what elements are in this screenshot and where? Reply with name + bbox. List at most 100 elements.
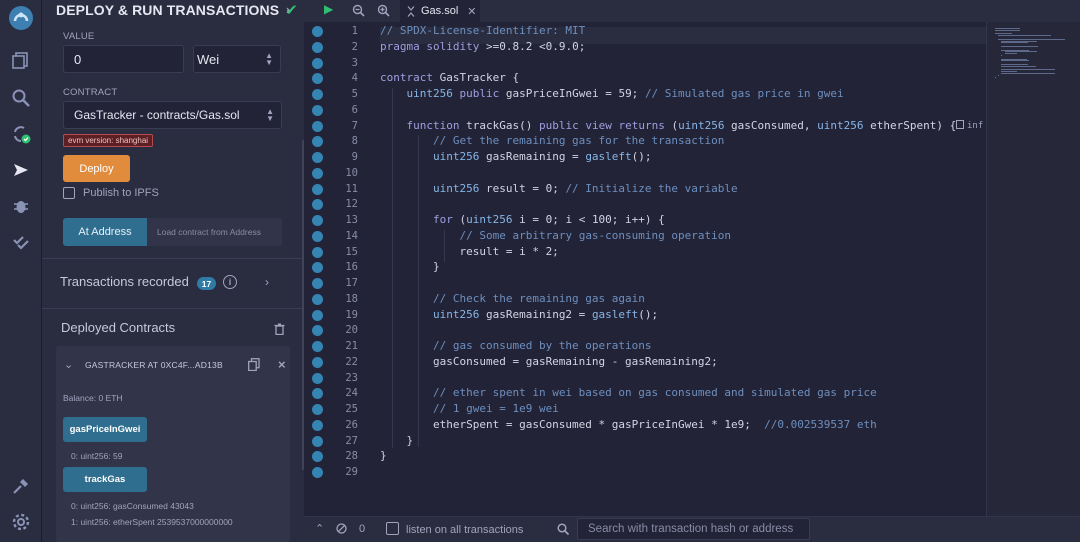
clear-terminal-icon[interactable]: [336, 523, 347, 534]
transaction-search-input[interactable]: Search with transaction hash or address: [577, 518, 810, 540]
breakpoint-marker[interactable]: [312, 152, 323, 163]
run-icon[interactable]: ▶: [324, 2, 333, 16]
breakpoint-marker[interactable]: [312, 435, 323, 447]
breakpoint-marker[interactable]: [312, 246, 323, 258]
contract-select[interactable]: GasTracker - contracts/Gas.sol ▲ ▼: [63, 101, 282, 129]
unit-select-value: Wei: [197, 51, 220, 67]
chevron-right-icon[interactable]: ›: [265, 275, 269, 289]
breakpoint-marker[interactable]: [312, 419, 323, 431]
indent-guide: [418, 135, 419, 447]
info-icon[interactable]: i: [223, 275, 237, 289]
line-number: 29: [345, 466, 358, 478]
tab-gas-sol[interactable]: Gas.sol ✕: [400, 0, 480, 22]
at-address-button[interactable]: At Address: [63, 218, 147, 246]
code-line: // ether spent in wei based on gas consu…: [432, 386, 877, 400]
code-editor[interactable]: 1 // SPDX-License-Identifier: MIT 2 pragma …: [304, 22, 986, 516]
gutter[interactable]: [304, 22, 334, 516]
plugin-manager-icon[interactable]: [9, 474, 33, 498]
code-line: uint256 gasRemaining2 = gasleft();: [432, 307, 659, 321]
breakpoint-marker[interactable]: [312, 120, 323, 132]
code-line: // 1 gwei = 1e9 wei: [432, 402, 559, 415]
settings-gear-icon[interactable]: [9, 510, 33, 534]
minimap[interactable]: [986, 22, 1080, 516]
line-number: 17: [345, 277, 358, 289]
balance-text: Balance: 0 ETH: [63, 393, 123, 403]
line-number: 24: [345, 387, 358, 400]
icon-rail: [0, 0, 42, 542]
breakpoint-marker[interactable]: [312, 356, 323, 368]
solidity-compiler-icon[interactable]: [9, 122, 33, 146]
code-line: for (uint256 i = 0; i < 100; i++) {: [432, 213, 665, 226]
line-number: 21: [345, 340, 358, 352]
code-line: // Check the remaining gas again: [432, 291, 645, 305]
line-number: 5: [351, 88, 358, 100]
breakpoint-marker[interactable]: [312, 41, 323, 53]
breakpoint-marker[interactable]: [312, 467, 323, 478]
breakpoint-marker[interactable]: [312, 278, 323, 289]
code-line: contract GasTracker {: [380, 71, 520, 85]
deploy-button[interactable]: Deploy: [63, 155, 130, 182]
breakpoint-marker[interactable]: [312, 293, 323, 305]
zoom-out-icon[interactable]: [352, 4, 365, 17]
line-number: 16: [345, 261, 358, 274]
breakpoint-marker[interactable]: [312, 404, 323, 415]
value-input[interactable]: 0: [63, 45, 184, 73]
chevron-down-icon[interactable]: ⌄: [64, 358, 73, 371]
close-icon[interactable]: ×: [278, 357, 286, 372]
breakpoint-marker[interactable]: [312, 73, 323, 85]
breakpoint-marker[interactable]: [312, 451, 323, 463]
trash-icon[interactable]: [274, 323, 285, 335]
listen-all-checkbox[interactable]: [386, 522, 399, 535]
unit-select[interactable]: Wei ▲ ▼: [193, 45, 281, 73]
breakpoint-marker[interactable]: [312, 341, 323, 352]
testing-icon[interactable]: [9, 230, 33, 254]
breakpoint-marker[interactable]: [312, 26, 323, 37]
file-explorer-icon[interactable]: [9, 48, 33, 72]
publish-ipfs-checkbox[interactable]: [63, 187, 75, 199]
select-arrows-icon: ▲ ▼: [265, 51, 273, 67]
load-contract-input[interactable]: Load contract from Address: [147, 218, 282, 246]
info-hint[interactable]: inf: [956, 120, 983, 131]
code-line: function trackGas() public view returns …: [406, 118, 957, 132]
breakpoint-marker[interactable]: [312, 215, 323, 226]
code-line: gasConsumed = gasRemaining - gasRemainin…: [380, 354, 718, 368]
transactions-recorded-title[interactable]: Transactions recorded: [60, 274, 189, 289]
breakpoint-marker[interactable]: [312, 57, 323, 69]
copy-icon[interactable]: [248, 358, 260, 371]
indent-guide: [392, 88, 393, 448]
code-line: }: [380, 260, 440, 274]
breakpoint-marker[interactable]: [312, 199, 323, 211]
track-gas-button[interactable]: trackGas: [63, 467, 147, 492]
remix-logo-icon[interactable]: [7, 4, 35, 32]
gas-price-in-gwei-button[interactable]: gasPriceInGwei: [63, 417, 147, 442]
line-number: 7: [351, 119, 358, 132]
breakpoint-marker[interactable]: [312, 325, 323, 337]
breakpoint-marker[interactable]: [312, 183, 323, 195]
tab-close-icon[interactable]: ✕: [467, 5, 476, 18]
chevron-right-icon[interactable]: ›: [286, 2, 290, 17]
tab-label: Gas.sol: [421, 5, 459, 17]
breakpoint-marker[interactable]: [312, 230, 323, 242]
contract-select-value: GasTracker - contracts/Gas.sol: [74, 108, 240, 122]
select-arrows-icon: ▲ ▼: [266, 107, 274, 123]
breakpoint-marker[interactable]: [312, 372, 323, 384]
minimap-line: [995, 76, 996, 78]
chevron-up-icon[interactable]: ⌃: [315, 522, 324, 535]
code-line: etherSpent = gasConsumed * gasPriceInGwe…: [380, 417, 877, 431]
debugger-icon[interactable]: [9, 194, 33, 218]
code-line: }: [380, 433, 414, 447]
gas-estimate-icon: [956, 120, 964, 129]
breakpoint-marker[interactable]: [312, 262, 323, 274]
deploy-run-icon[interactable]: [9, 158, 33, 182]
breakpoint-marker[interactable]: [312, 388, 323, 400]
code-line: // Get the remaining gas for the transac…: [432, 134, 725, 148]
breakpoint-marker[interactable]: [312, 136, 323, 148]
search-icon[interactable]: [9, 86, 33, 110]
breakpoint-marker[interactable]: [312, 104, 323, 116]
zoom-in-icon[interactable]: [377, 4, 390, 17]
breakpoint-marker[interactable]: [312, 89, 323, 100]
breakpoint-marker[interactable]: [312, 309, 323, 321]
code-line: }: [380, 449, 387, 463]
breakpoint-marker[interactable]: [312, 167, 323, 179]
code-line: uint256 result = 0; // Initialize the va…: [432, 181, 738, 195]
